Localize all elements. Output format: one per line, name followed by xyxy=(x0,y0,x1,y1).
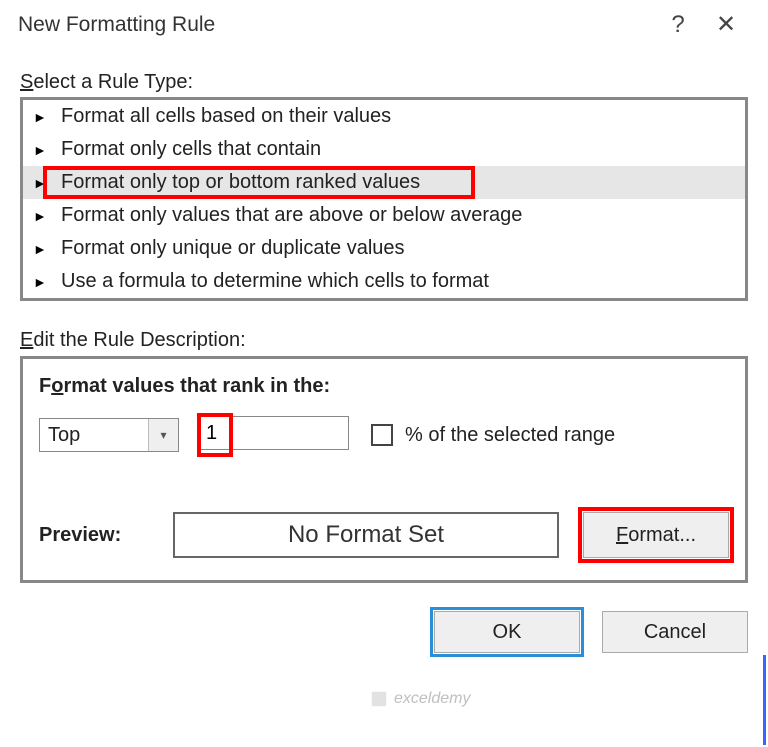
edit-description-label: Edit the Rule Description: xyxy=(20,329,748,352)
rule-above-below-average[interactable]: ► Format only values that are above or b… xyxy=(23,199,745,232)
panel-title: Format values that rank in the: xyxy=(39,375,729,398)
top-bottom-select[interactable]: Top ▾ xyxy=(39,418,179,452)
cancel-button[interactable]: Cancel xyxy=(602,611,748,653)
close-icon[interactable]: ✕ xyxy=(702,10,750,39)
bullet-icon: ► xyxy=(33,142,51,158)
format-button[interactable]: Format... xyxy=(583,512,729,558)
rule-format-all-cells[interactable]: ► Format all cells based on their values xyxy=(23,100,745,133)
rule-type-list[interactable]: ► Format all cells based on their values… xyxy=(20,97,748,301)
rule-item-label: Format only values that are above or bel… xyxy=(61,204,522,227)
bullet-icon: ► xyxy=(33,109,51,125)
preview-label: Preview: xyxy=(39,524,149,547)
bullet-icon: ► xyxy=(33,175,51,191)
rule-item-label: Format only unique or duplicate values xyxy=(61,237,405,260)
rule-top-bottom[interactable]: ► Format only top or bottom ranked value… xyxy=(23,166,745,199)
rule-formula[interactable]: ► Use a formula to determine which cells… xyxy=(23,265,745,298)
bullet-icon: ► xyxy=(33,241,51,257)
select-rule-type-label: Select a Rule Type: xyxy=(20,71,748,94)
frame-edge xyxy=(762,655,766,745)
select-value: Top xyxy=(40,424,148,447)
help-icon[interactable]: ? xyxy=(654,11,702,39)
rule-item-label: Format all cells based on their values xyxy=(61,105,391,128)
rank-count-input[interactable] xyxy=(199,416,349,450)
rule-item-label: Use a formula to determine which cells t… xyxy=(61,270,489,293)
rule-item-label: Format only top or bottom ranked values xyxy=(61,171,420,194)
bullet-icon: ► xyxy=(33,208,51,224)
dialog-title: New Formatting Rule xyxy=(18,13,654,37)
chevron-down-icon[interactable]: ▾ xyxy=(148,419,178,451)
bullet-icon: ► xyxy=(33,274,51,290)
rule-format-cells-contain[interactable]: ► Format only cells that contain xyxy=(23,133,745,166)
percent-checkbox[interactable] xyxy=(371,424,393,446)
watermark-icon xyxy=(370,690,388,708)
rule-unique-duplicate[interactable]: ► Format only unique or duplicate values xyxy=(23,232,745,265)
rule-item-label: Format only cells that contain xyxy=(61,138,321,161)
ok-button[interactable]: OK xyxy=(434,611,580,653)
preview-box: No Format Set xyxy=(173,512,559,558)
percent-checkbox-label: % of the selected range xyxy=(405,424,615,447)
watermark: exceldemy xyxy=(370,690,470,708)
rule-edit-panel: Format values that rank in the: Top ▾ % … xyxy=(20,356,748,583)
